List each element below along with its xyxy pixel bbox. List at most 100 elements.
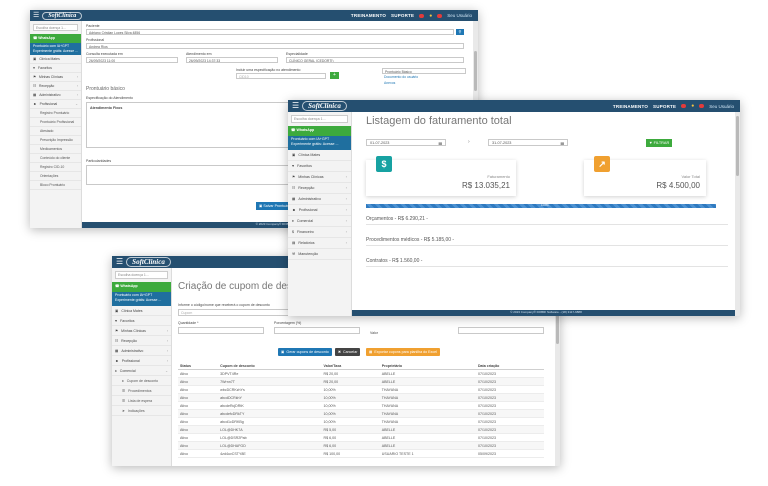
- notification-icon[interactable]: [681, 104, 687, 108]
- sidebar-search[interactable]: Escolha doença 1...: [115, 271, 168, 279]
- sidebar-item-administrativo[interactable]: ▦ Administrativo ›: [30, 91, 81, 100]
- generate-button[interactable]: ▣ Gerar cupons de desconto: [278, 348, 332, 356]
- message-icon[interactable]: [699, 104, 705, 108]
- promo-banner[interactable]: Prontuário com IA+GPT Experimente grátis…: [112, 292, 171, 306]
- sidebar-sub-item[interactable]: Medicamentos: [30, 145, 81, 154]
- user-menu[interactable]: Seu Usuário: [709, 104, 734, 109]
- column-header[interactable]: Data criação: [475, 362, 544, 370]
- sidebar-item-clinica[interactable]: ▣ Clínica Mates: [30, 55, 81, 64]
- table-row[interactable]: Ativo abcdeRcjDRtK 10,00% THAYANA 07/10/2023: [178, 401, 544, 410]
- atendimento-input[interactable]: 26/09/2023 14:37:33: [186, 57, 278, 63]
- especialidade-select[interactable]: CLÍNICO GERAL (CEDORTI): [286, 57, 464, 63]
- side-list-link[interactable]: Anexos: [382, 80, 466, 86]
- table-row[interactable]: Ativo 3DPVT4Re R$ 20,00 ABELLE 07/10/2023: [178, 369, 544, 378]
- sidebar-item-recepcao[interactable]: ☷ Recepção ›: [112, 336, 171, 346]
- user-menu[interactable]: Seu Usuário: [447, 13, 472, 18]
- hamburger-icon[interactable]: ☰: [116, 258, 123, 266]
- table-row[interactable]: Ativo 4zd4uvCSTY8E R$ 100,00 USUARIO TESTE …: [178, 449, 544, 458]
- table-row[interactable]: Ativo LOL@DHAFGD R$ 6,00 ABELLE 07/10/2023: [178, 441, 544, 450]
- sidebar-item-clinicas[interactable]: ⚑ Minhas Clínicas ›: [30, 73, 81, 82]
- sidebar-sub-item[interactable]: Bloco Prontuário: [30, 181, 81, 190]
- scrollbar[interactable]: [735, 112, 740, 316]
- sidebar-search[interactable]: Escolha doença 1...: [33, 24, 78, 31]
- sidebar-item-administrativo[interactable]: ▦ Administrativo ›: [288, 194, 351, 205]
- whatsapp-item[interactable]: ☎ WhatsApp: [112, 282, 171, 292]
- table-row[interactable]: Ativo abcdDCRkhY 10,00% THAYANA 07/10/2023: [178, 393, 544, 402]
- column-header[interactable]: Valor/Taxa: [321, 362, 380, 370]
- sidebar-sub-espera[interactable]: ☰ Lista de espera: [112, 396, 171, 406]
- profissional-input[interactable]: Andrea Rios: [86, 43, 464, 49]
- sidebar-sub-procedimentos[interactable]: ☰ Procedimentos: [112, 386, 171, 396]
- sidebar-item-profissional[interactable]: ☻ Profissional ›: [112, 356, 171, 366]
- sidebar-item-recepcao[interactable]: ☷ Recepção ›: [288, 183, 351, 194]
- sidebar-sub-item[interactable]: Atestado: [30, 127, 81, 136]
- column-header[interactable]: Proprietário: [379, 362, 476, 370]
- sidebar-item-clinica[interactable]: ▣ Clínica Mates: [288, 150, 351, 161]
- whatsapp-item[interactable]: ☎ WhatsApp: [30, 34, 81, 43]
- training-link[interactable]: TREINAMENTO: [351, 13, 386, 18]
- sidebar-item-administrativo[interactable]: ▦ Administrativo ›: [112, 346, 171, 356]
- scrollbar-thumb[interactable]: [736, 116, 739, 176]
- inicio-input[interactable]: 26/09/2023 11:00: [86, 57, 178, 63]
- sidebar-item-profissional[interactable]: ☻ Profissional ⌄: [30, 100, 81, 109]
- valor-input[interactable]: [458, 327, 544, 334]
- pct-input[interactable]: [274, 327, 360, 334]
- hamburger-icon[interactable]: ☰: [33, 12, 39, 19]
- sidebar-sub-indicacoes[interactable]: ➤ Indicações: [112, 406, 171, 416]
- training-link[interactable]: TREINAMENTO: [613, 104, 648, 109]
- support-link[interactable]: SUPORTE: [391, 13, 414, 18]
- sidebar-sub-item[interactable]: Registro CID-10: [30, 163, 81, 172]
- sidebar-item-comercial[interactable]: ♦ Comercial ⌄: [112, 366, 171, 376]
- sidebar-item-financeiro[interactable]: $ Financeiro ›: [288, 227, 351, 238]
- hamburger-icon[interactable]: ☰: [292, 102, 299, 110]
- date-from-input[interactable]: 01-07-2023 ▦: [366, 139, 446, 146]
- sidebar-sub-item[interactable]: Registro Prontuário: [30, 109, 81, 118]
- sidebar-item-clinicas[interactable]: ⚑ Minhas Clínicas ›: [288, 172, 351, 183]
- paciente-input[interactable]: Adriano Cristian Lopes Silva 4856: [86, 29, 454, 35]
- sidebar-search[interactable]: Escolha doença 1...: [291, 115, 348, 123]
- sidebar-sub-cupom[interactable]: ♦ Cupom de desconto: [112, 376, 171, 386]
- sidebar-item-clinicas[interactable]: ⚑ Minhas Clínicas ›: [112, 326, 171, 336]
- scrollbar-thumb[interactable]: [474, 51, 477, 91]
- sidebar-item-relatorios[interactable]: ▤ Relatórios ›: [288, 238, 351, 249]
- sidebar-sub-item[interactable]: Orientações: [30, 172, 81, 181]
- message-icon[interactable]: [437, 13, 443, 18]
- sidebar-item-profissional[interactable]: ☻ Profissional ›: [288, 205, 351, 216]
- date-to-input[interactable]: 31-07-2023 ▦: [488, 139, 568, 146]
- table-row[interactable]: Ativo abcdefcDRkTY 10,00% THAYANA 07/10/2023: [178, 409, 544, 418]
- sidebar-item-comercial[interactable]: ♦ Comercial ›: [288, 216, 351, 227]
- section-procedimentos[interactable]: Procedimentos médicos - R$ 5.185,00 -: [366, 237, 728, 246]
- bell-icon[interactable]: ●: [429, 13, 432, 19]
- support-link[interactable]: SUPORTE: [653, 104, 676, 109]
- add-cid-button[interactable]: +: [330, 72, 339, 79]
- promo-banner[interactable]: Prontuário com IA+GPT Experimente grátis…: [288, 136, 351, 150]
- sidebar-sub-item[interactable]: Prontuário Profissional: [30, 118, 81, 127]
- sidebar-sub-item[interactable]: Prescrição Impressão: [30, 136, 81, 145]
- column-header[interactable]: Status: [178, 362, 219, 370]
- sidebar-item-clinica[interactable]: ▣ Clínica Mates: [112, 306, 171, 316]
- sidebar-item-favoritos[interactable]: ♥ Favoritos: [30, 64, 81, 73]
- sidebar-item-manutencao[interactable]: ⚒ Manutenção: [288, 249, 351, 260]
- sidebar-item-favoritos[interactable]: ♥ Favoritos: [112, 316, 171, 326]
- section-contratos[interactable]: Contratos - R$ 1.560,00 -: [366, 258, 728, 267]
- bell-icon[interactable]: ●: [691, 103, 694, 109]
- table-row[interactable]: Ativo 7Wrnn7T R$ 20,00 ABELLE 07/10/2023: [178, 377, 544, 386]
- table-row[interactable]: Ativo LOL@DHK7A R$ 5,00 ABELLE 07/10/2023: [178, 425, 544, 434]
- cancel-button[interactable]: ✖ Cancelar: [335, 348, 361, 356]
- whatsapp-item[interactable]: ☎ WhatsApp: [288, 126, 351, 136]
- sidebar-item-recepcao[interactable]: ☷ Recepção ›: [30, 82, 81, 91]
- table-row[interactable]: Ativo wbcDCRKzhYs 10,00% THAYANA 07/10/2023: [178, 385, 544, 394]
- section-orcamentos[interactable]: Orçamentos - R$ 6.290,21 -: [366, 216, 728, 225]
- qtd-input[interactable]: [178, 327, 264, 334]
- cid-input[interactable]: CID10: [236, 73, 326, 79]
- sidebar-sub-item[interactable]: Conteúdo do cliente: [30, 154, 81, 163]
- search-icon[interactable]: ⚲: [456, 29, 464, 35]
- table-row[interactable]: Ativo LOL@DSR2Pab R$ 6,00 ABELLE 07/10/2023: [178, 433, 544, 442]
- column-header[interactable]: Cupom de desconto: [218, 362, 322, 370]
- export-button[interactable]: ▦ Exportar cupons para planilha do Excel: [366, 348, 440, 356]
- sidebar-item-favoritos[interactable]: ♥ Favoritos: [288, 161, 351, 172]
- filter-button[interactable]: ▼ FILTRAR: [646, 139, 672, 147]
- table-row[interactable]: Ativo abcd1cDRKBg 10,00% THAYANA 07/10/2023: [178, 417, 544, 426]
- cupom-input[interactable]: Cupom: [178, 309, 298, 316]
- notification-icon[interactable]: [419, 13, 425, 18]
